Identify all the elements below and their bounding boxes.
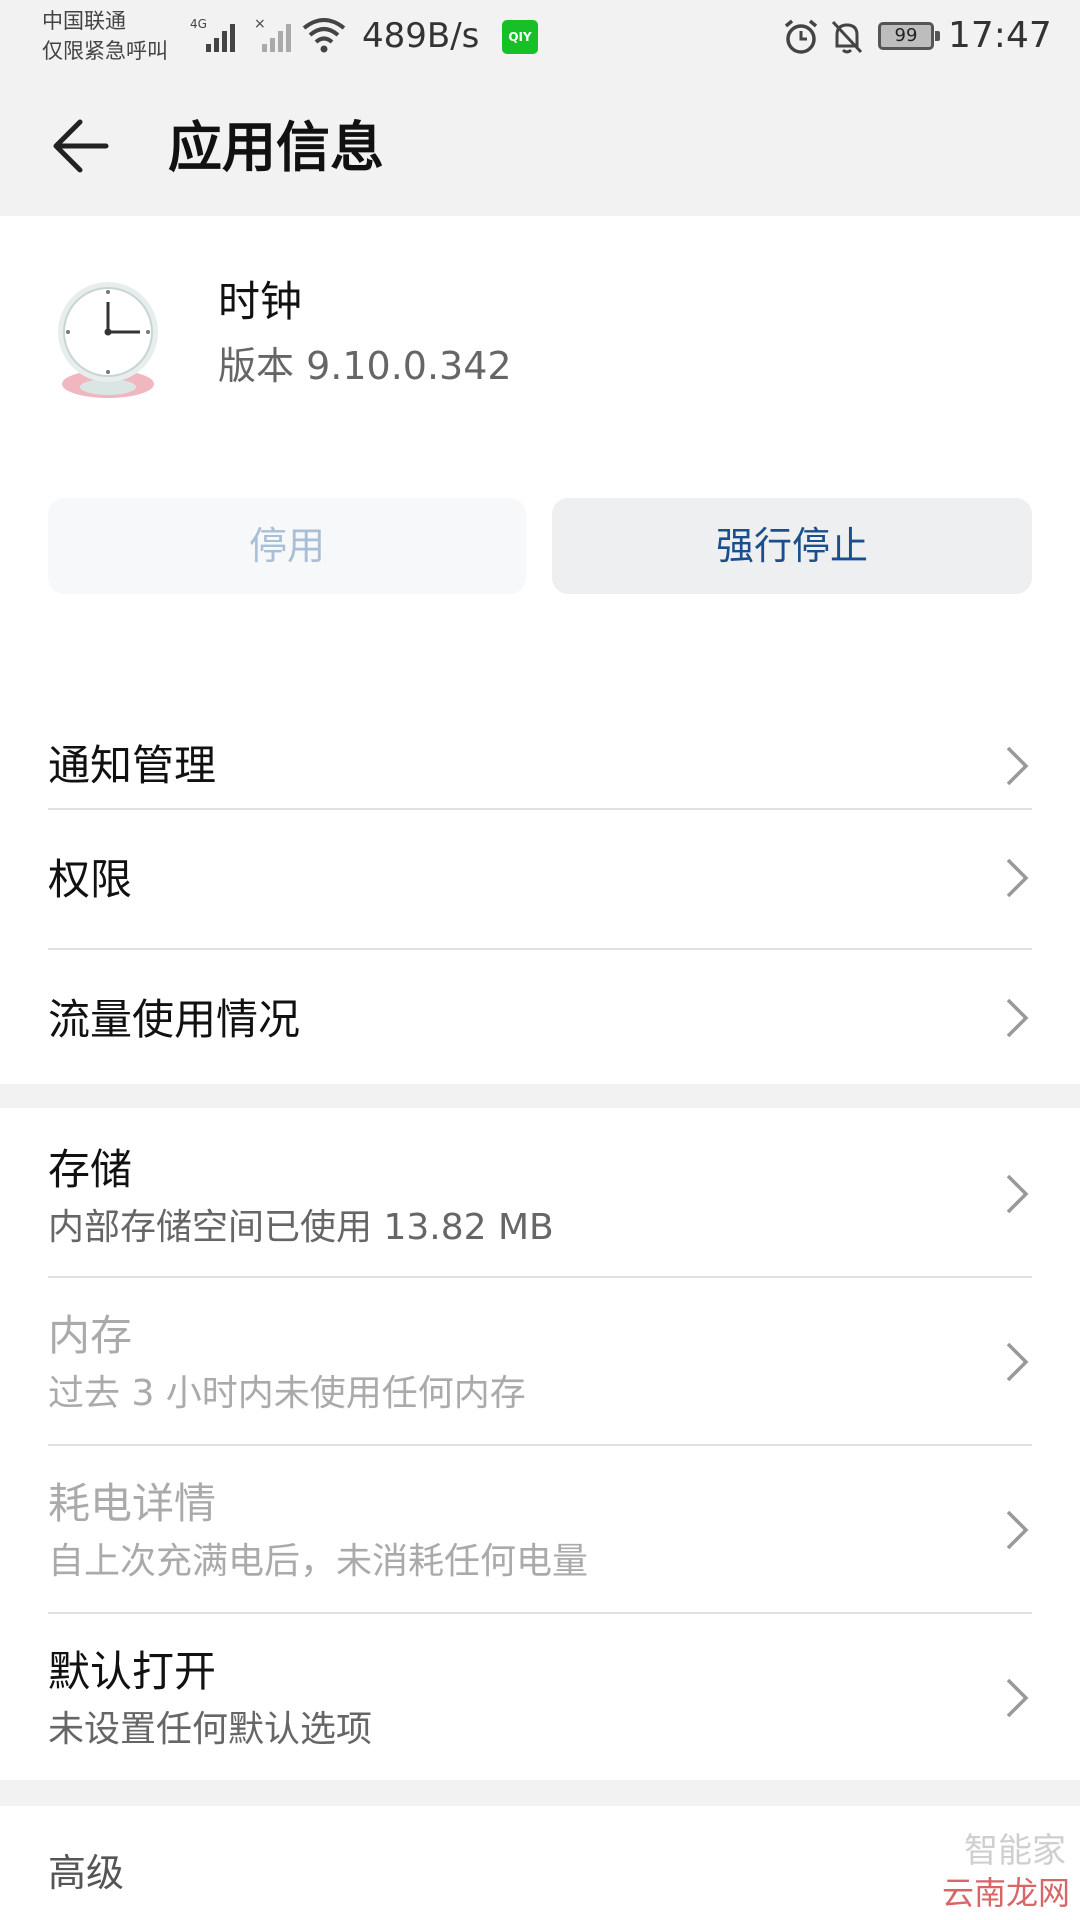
advanced-header[interactable]: 高级: [48, 1842, 124, 1897]
chevron-right-icon: [1006, 1678, 1029, 1718]
network-type-label: 4G: [190, 17, 207, 31]
back-arrow-icon[interactable]: [46, 110, 118, 182]
status-bar: 中国联通 仅限紧急呼叫 4G × 489B/s QIY 99 17:47: [0, 0, 1080, 80]
menu-item-subtitle: 未设置任何默认选项: [48, 1709, 373, 1750]
status-time: 17:47: [948, 15, 1052, 56]
emergency-only-label: 仅限紧急呼叫: [42, 39, 168, 63]
menu-item-open-by-default[interactable]: 默认打开 未设置任何默认选项: [0, 1614, 1080, 1780]
app-info-card: 时钟 版本 9.10.0.342 停用 强行停止 通知管理 权限 流量使用情况: [0, 216, 1080, 1084]
disable-button[interactable]: 停用: [48, 498, 526, 594]
notifications-off-icon: [831, 20, 863, 54]
resource-usage-card: 存储 内部存储空间已使用 13.82 MB 内存 过去 3 小时内未使用任何内存…: [0, 1108, 1080, 1780]
carrier-name: 中国联通: [42, 9, 126, 33]
battery-icon: 99: [878, 22, 940, 50]
iqiyi-notification-icon: QIY: [502, 20, 538, 54]
carrier-info: 中国联通 仅限紧急呼叫: [42, 6, 168, 66]
app-version: 版本 9.10.0.342: [218, 344, 512, 388]
chevron-right-icon: [1006, 1174, 1029, 1214]
watermark-logo: 云南龙网: [941, 1874, 1070, 1912]
chevron-right-icon: [1006, 1342, 1029, 1382]
menu-item-label: 默认打开: [48, 1647, 217, 1696]
menu-item-label: 权限: [48, 855, 133, 904]
menu-item-memory[interactable]: 内存 过去 3 小时内未使用任何内存: [0, 1278, 1080, 1444]
app-name: 时钟: [218, 277, 303, 326]
wifi-icon: [302, 18, 346, 53]
menu-item-label: 内存: [48, 1311, 133, 1360]
menu-item-label: 耗电详情: [48, 1479, 217, 1528]
no-sim-signal-icon: ×: [254, 16, 291, 52]
menu-item-subtitle: 内部存储空间已使用 13.82 MB: [48, 1207, 554, 1248]
chevron-right-icon: [1006, 746, 1029, 786]
menu-item-label: 流量使用情况: [48, 995, 301, 1044]
clock-app-icon: [58, 282, 158, 398]
page-title: 应用信息: [168, 116, 384, 179]
menu-item-permissions[interactable]: 权限: [0, 810, 1080, 948]
chevron-right-icon: [1006, 1510, 1029, 1550]
force-stop-button[interactable]: 强行停止: [552, 498, 1032, 594]
menu-item-subtitle: 过去 3 小时内未使用任何内存: [48, 1373, 526, 1414]
svg-text:×: ×: [254, 16, 266, 32]
menu-item-data-usage[interactable]: 流量使用情况: [0, 950, 1080, 1084]
app-bar: 应用信息: [0, 80, 1080, 216]
menu-item-storage[interactable]: 存储 内部存储空间已使用 13.82 MB: [0, 1108, 1080, 1276]
advanced-section: 高级 智能家 云南龙网: [0, 1806, 1080, 1920]
chevron-right-icon: [1006, 858, 1029, 898]
chevron-right-icon: [1006, 998, 1029, 1038]
menu-item-label: 通知管理: [48, 741, 217, 790]
network-speed: 489B/s: [362, 16, 480, 56]
menu-item-label: 存储: [48, 1145, 133, 1194]
menu-item-subtitle: 自上次充满电后，未消耗任何电量: [48, 1541, 589, 1582]
menu-item-battery-usage[interactable]: 耗电详情 自上次充满电后，未消耗任何电量: [0, 1446, 1080, 1612]
alarm-clock-icon: [784, 19, 818, 54]
watermark-text: 智能家: [964, 1831, 1066, 1871]
cellular-signal-4g-icon: 4G: [190, 17, 235, 52]
